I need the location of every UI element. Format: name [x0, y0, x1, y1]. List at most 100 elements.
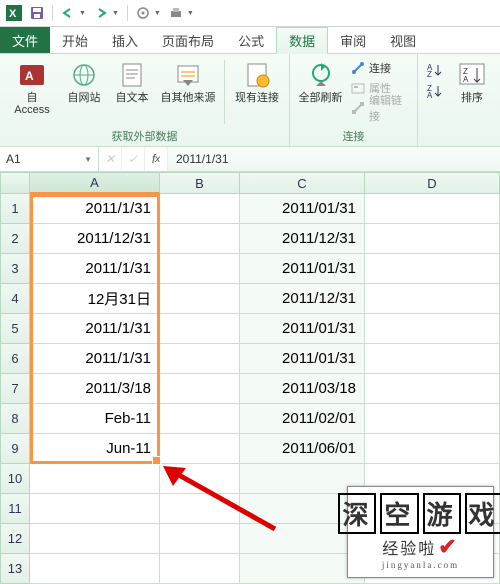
from-web-button[interactable]: 自网站	[62, 58, 106, 106]
cell[interactable]: 2011/02/01	[240, 404, 365, 434]
cell[interactable]	[30, 494, 160, 524]
cell[interactable]	[365, 404, 500, 434]
cell[interactable]	[160, 554, 240, 584]
cell[interactable]: 2011/1/31	[30, 194, 160, 224]
cell[interactable]	[160, 494, 240, 524]
row-header[interactable]: 10	[0, 464, 30, 494]
undo-dropdown-icon[interactable]: ▼	[79, 10, 86, 17]
from-access-button[interactable]: A 自 Access	[6, 58, 58, 118]
cell[interactable]	[160, 224, 240, 254]
sort-desc-button[interactable]: ZA	[424, 81, 446, 101]
chevron-down-icon[interactable]: ▼	[84, 155, 92, 164]
cell[interactable]	[365, 224, 500, 254]
cell[interactable]	[160, 524, 240, 554]
tab-formulas[interactable]: 公式	[226, 27, 276, 53]
row-header[interactable]: 9	[0, 434, 30, 464]
row-header[interactable]: 2	[0, 224, 30, 254]
cell[interactable]	[160, 404, 240, 434]
cell[interactable]: 12月31日	[30, 284, 160, 314]
row-header[interactable]: 13	[0, 554, 30, 584]
from-other-button[interactable]: 自其他来源	[158, 58, 218, 106]
cell[interactable]: Feb-11	[30, 404, 160, 434]
customize-qat-icon[interactable]: ▼	[187, 10, 194, 17]
touch-mode-icon[interactable]	[136, 6, 150, 20]
column-header-B[interactable]: B	[160, 172, 240, 194]
undo-icon[interactable]	[61, 6, 75, 20]
row-header[interactable]: 3	[0, 254, 30, 284]
existing-connections-button[interactable]: 现有连接	[231, 58, 283, 106]
cancel-formula-button[interactable]: ✕	[99, 147, 122, 171]
row-header[interactable]: 5	[0, 314, 30, 344]
cell[interactable]: 2011/03/18	[240, 374, 365, 404]
cell[interactable]	[365, 254, 500, 284]
tab-file[interactable]: 文件	[0, 27, 50, 53]
cell[interactable]: 2011/01/31	[240, 314, 365, 344]
group-external-data: A 自 Access 自网站 自文本 自其他来源 现有连接 获取外部数据	[0, 54, 290, 146]
cell[interactable]	[30, 554, 160, 584]
from-text-button[interactable]: 自文本	[110, 58, 154, 106]
fx-icon[interactable]: fx	[145, 147, 168, 171]
cell[interactable]: 2011/12/31	[30, 224, 160, 254]
refresh-all-button[interactable]: 全部刷新	[296, 58, 345, 106]
cell[interactable]: Jun-11	[30, 434, 160, 464]
cell[interactable]: 2011/1/31	[30, 344, 160, 374]
cell[interactable]: 2011/1/31	[30, 314, 160, 344]
sort-button[interactable]: ZA 排序	[450, 58, 494, 106]
cell[interactable]: 2011/12/31	[240, 224, 365, 254]
row-header[interactable]: 4	[0, 284, 30, 314]
cell[interactable]	[160, 434, 240, 464]
cell[interactable]	[30, 524, 160, 554]
row-header[interactable]: 7	[0, 374, 30, 404]
sort-asc-button[interactable]: AZ	[424, 60, 446, 80]
cell[interactable]: 2011/01/31	[240, 344, 365, 374]
cell[interactable]	[365, 434, 500, 464]
cell[interactable]	[365, 194, 500, 224]
row-header[interactable]: 12	[0, 524, 30, 554]
row-header[interactable]: 1	[0, 194, 30, 224]
row-header[interactable]: 6	[0, 344, 30, 374]
cell[interactable]	[160, 314, 240, 344]
touch-dropdown-icon[interactable]: ▼	[154, 10, 161, 17]
cell[interactable]	[160, 254, 240, 284]
cell[interactable]: 2011/06/01	[240, 434, 365, 464]
column-header-C[interactable]: C	[240, 172, 365, 194]
column-header-A[interactable]: A	[30, 172, 160, 194]
cell[interactable]	[365, 374, 500, 404]
save-icon[interactable]	[30, 6, 44, 20]
formula-bar[interactable]: 2011/1/31	[168, 147, 500, 171]
tab-review[interactable]: 审阅	[328, 27, 378, 53]
cell[interactable]: 2011/01/31	[240, 254, 365, 284]
cell[interactable]	[160, 374, 240, 404]
print-preview-icon[interactable]	[169, 6, 183, 20]
cell[interactable]	[30, 464, 160, 494]
tab-home[interactable]: 开始	[50, 27, 100, 53]
tab-view[interactable]: 视图	[378, 27, 428, 53]
cell[interactable]: 2011/3/18	[30, 374, 160, 404]
cell[interactable]	[160, 284, 240, 314]
cell[interactable]	[365, 314, 500, 344]
tab-data[interactable]: 数据	[276, 27, 328, 54]
formula-value: 2011/1/31	[176, 152, 229, 166]
redo-dropdown-icon[interactable]: ▼	[112, 10, 119, 17]
cell[interactable]	[160, 344, 240, 374]
row-header[interactable]: 8	[0, 404, 30, 434]
connections-button[interactable]: 连接	[349, 58, 411, 78]
cell[interactable]: 2011/01/31	[240, 194, 365, 224]
cell[interactable]	[160, 464, 240, 494]
cell[interactable]: 2011/1/31	[30, 254, 160, 284]
cell[interactable]	[365, 284, 500, 314]
enter-formula-button[interactable]: ✓	[122, 147, 145, 171]
redo-icon[interactable]	[94, 6, 108, 20]
cell[interactable]	[365, 344, 500, 374]
column-header-D[interactable]: D	[365, 172, 500, 194]
refresh-all-label: 全部刷新	[299, 92, 343, 104]
row-header[interactable]: 11	[0, 494, 30, 524]
table-row: 2011/1/31 2011/01/31	[30, 314, 500, 344]
cell[interactable]	[160, 194, 240, 224]
tab-insert[interactable]: 插入	[100, 27, 150, 53]
tab-page-layout[interactable]: 页面布局	[150, 27, 226, 53]
edit-links-button[interactable]: 编辑链接	[349, 98, 411, 118]
name-box[interactable]: A1 ▼	[0, 147, 99, 171]
cell[interactable]: 2011/12/31	[240, 284, 365, 314]
select-all-corner[interactable]	[0, 172, 30, 194]
